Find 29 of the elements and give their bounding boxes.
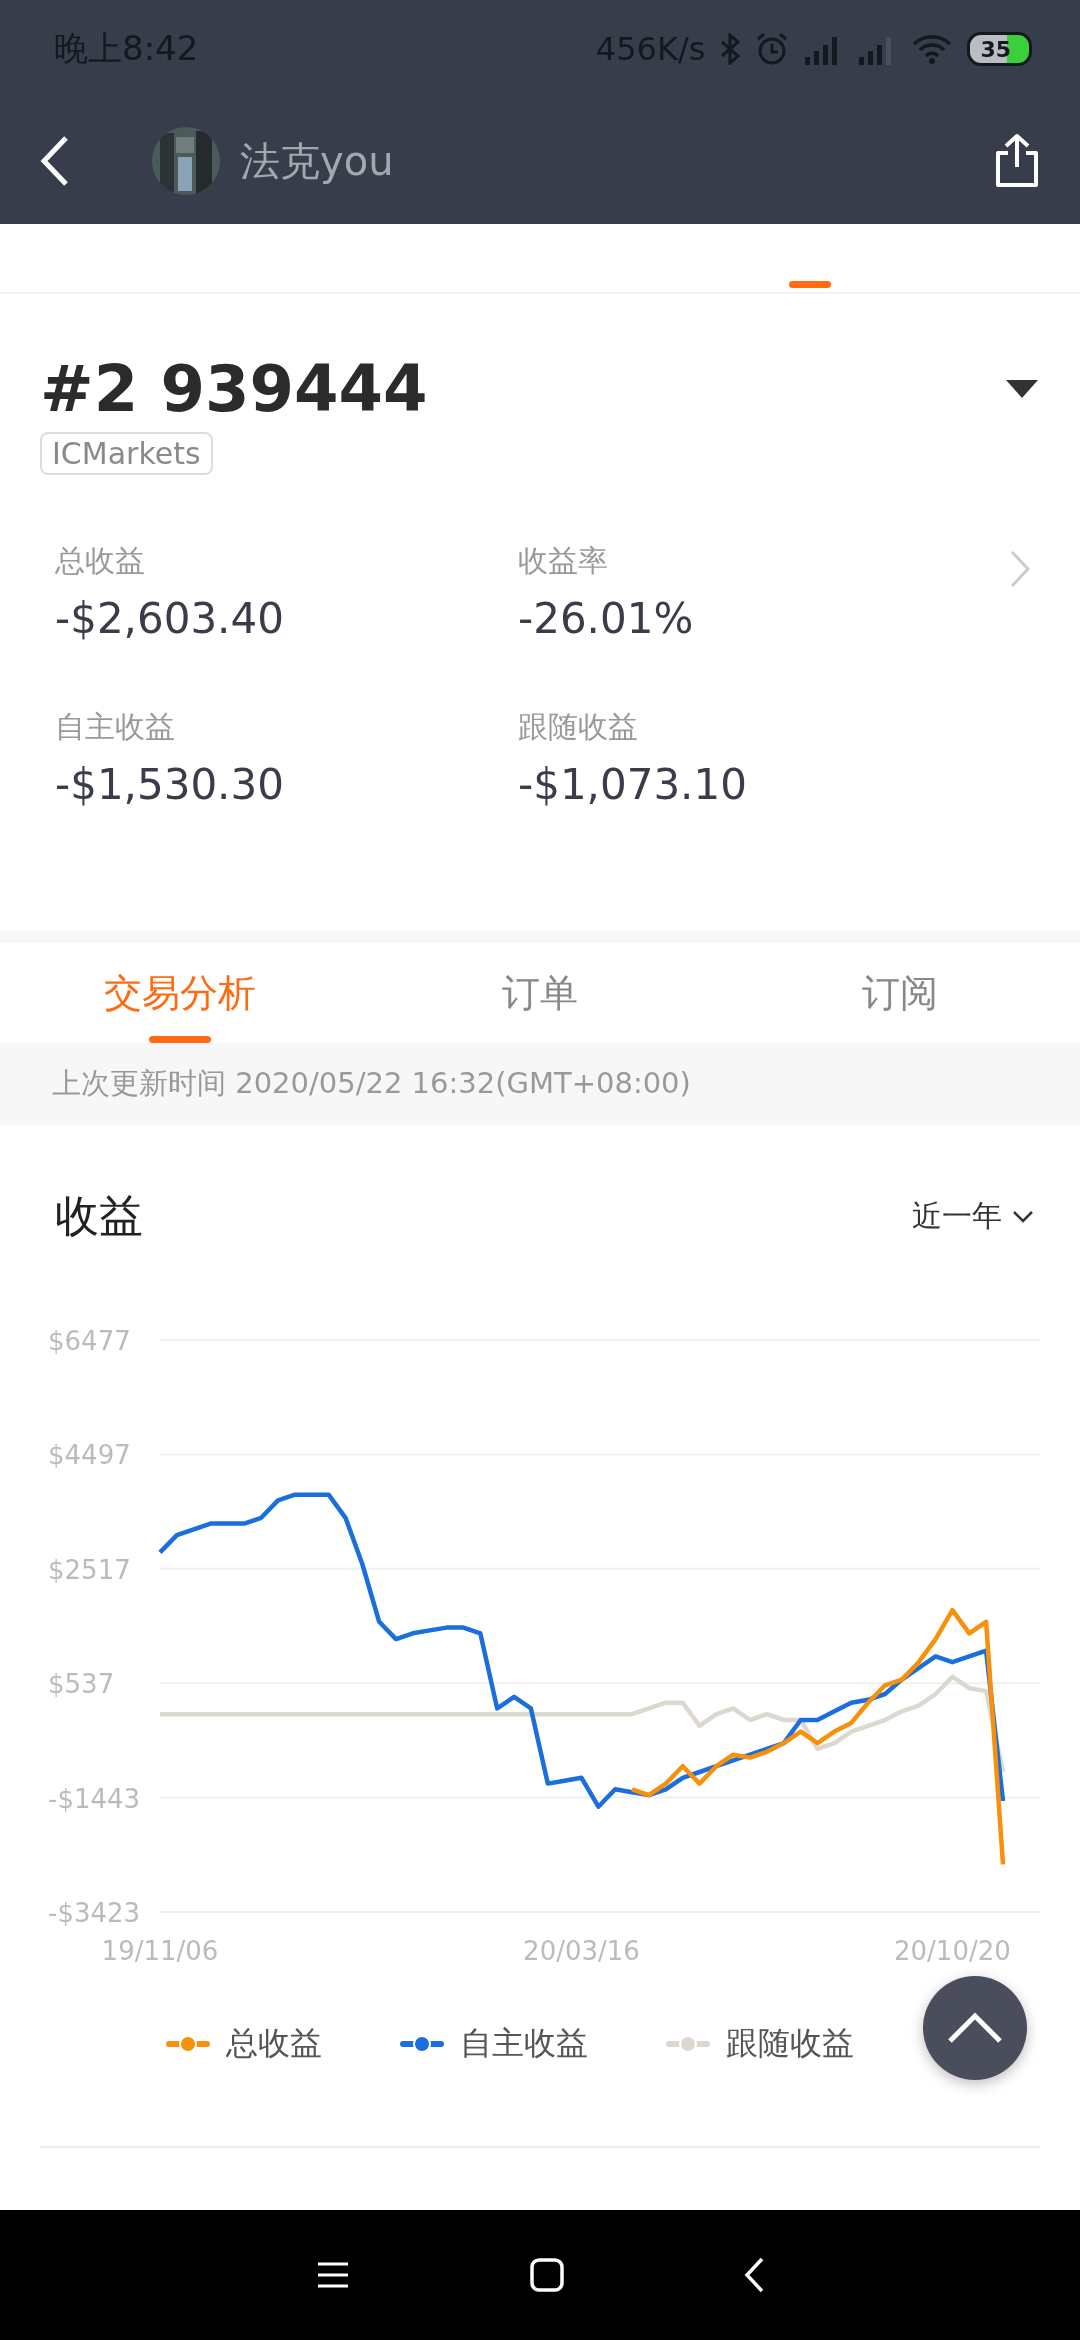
user-name: 法克you: [240, 136, 395, 186]
legend-label: 总收益: [226, 2023, 322, 2064]
stat-value: -26.01%: [518, 594, 695, 643]
stat-label: 自主收益: [55, 708, 176, 746]
chart-title: 收益: [55, 1189, 143, 1243]
update-time: 上次更新时间 2020/05/22 16:32(GMT+08:00): [0, 1043, 1080, 1125]
stat-label: 总收益: [55, 542, 146, 580]
broker-tag: ICMarkets: [40, 432, 213, 475]
y-axis-label: $4497: [48, 1440, 131, 1471]
section-tab[interactable]: 订单: [360, 943, 720, 1043]
y-axis-label: $537: [48, 1669, 115, 1700]
x-axis-label: 19/11/06: [101, 1936, 219, 1966]
stat-value: -$1,073.10: [518, 760, 748, 809]
section-tab[interactable]: 订阅: [720, 943, 1080, 1043]
y-axis-label: -$1443: [48, 1783, 141, 1814]
stat-label: 收益率: [518, 542, 609, 580]
y-axis-label: $2517: [48, 1554, 131, 1585]
section-tab[interactable]: 交易分析: [0, 943, 360, 1043]
y-axis-label: -$3423: [48, 1898, 141, 1928]
account-number: #2 939444: [40, 352, 428, 426]
stat-value: -$2,603.40: [55, 594, 285, 643]
legend-label: 自主收益: [460, 2023, 588, 2064]
y-axis-label: $6477: [48, 1326, 131, 1356]
stat-label: 跟随收益: [518, 708, 639, 746]
stat-value: -$1,530.30: [55, 760, 285, 809]
x-axis-label: 20/03/16: [523, 1936, 640, 1966]
period-dropdown[interactable]: 近一年: [912, 1196, 1034, 1237]
x-axis-label: 20/10/20: [894, 1936, 1011, 1966]
legend-label: 跟随收益: [726, 2023, 854, 2064]
